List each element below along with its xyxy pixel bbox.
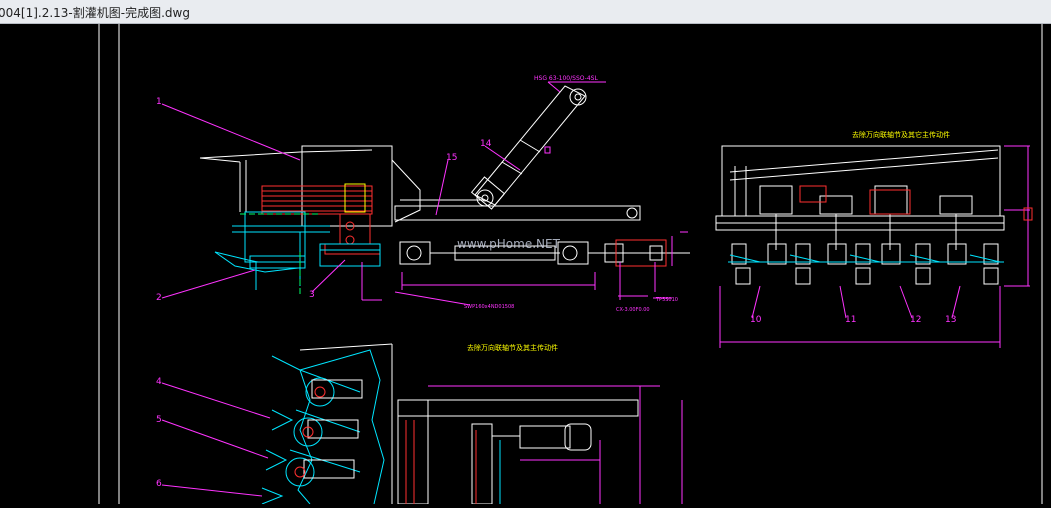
part-leaders-bottom (161, 382, 271, 497)
front-view-assembly (715, 145, 1033, 348)
dimension-a-text: CX-3.00F0.00 (616, 307, 650, 313)
side-view-assembly (199, 85, 690, 306)
part-label-10: 10 (750, 315, 762, 325)
cutter-detail-view (261, 343, 393, 505)
part-label-1: 1 (156, 97, 162, 107)
part-label-4: 4 (156, 377, 162, 387)
window-title: 004[1].2.13-割灌机图-完成图.dwg (0, 6, 190, 20)
bracket-detail-view (397, 385, 683, 505)
part-label-5: 5 (156, 415, 162, 425)
part-label-3: 3 (309, 290, 315, 300)
shaft-spec-text: SWP160x4ND01508 (464, 304, 514, 310)
section-title-middle: 去除万向联轴节及其主传动件 (467, 343, 558, 352)
part-label-6: 6 (156, 479, 162, 489)
part-leaders-top (161, 81, 672, 299)
part-label-13: 13 (945, 315, 956, 325)
cylinder-spec-text: HSG 63-100/SSO-4SL (534, 75, 598, 82)
part-label-11: 11 (845, 315, 856, 325)
dimension-b-text: TP5S010 (655, 297, 678, 303)
watermark-text: www.pHome.NET (457, 237, 561, 251)
window-titlebar: 004[1].2.13-割灌机图-完成图.dwg (0, 0, 1051, 24)
cad-drawing-canvas[interactable]: 1 2 3 15 14 4 5 6 10 11 12 13 HSG 63-100… (0, 24, 1051, 505)
section-title-right: 去除万向联轴节及其它主传动件 (852, 130, 950, 139)
part-label-2: 2 (156, 293, 162, 303)
part-label-14: 14 (480, 139, 492, 149)
part-label-15: 15 (446, 153, 457, 163)
